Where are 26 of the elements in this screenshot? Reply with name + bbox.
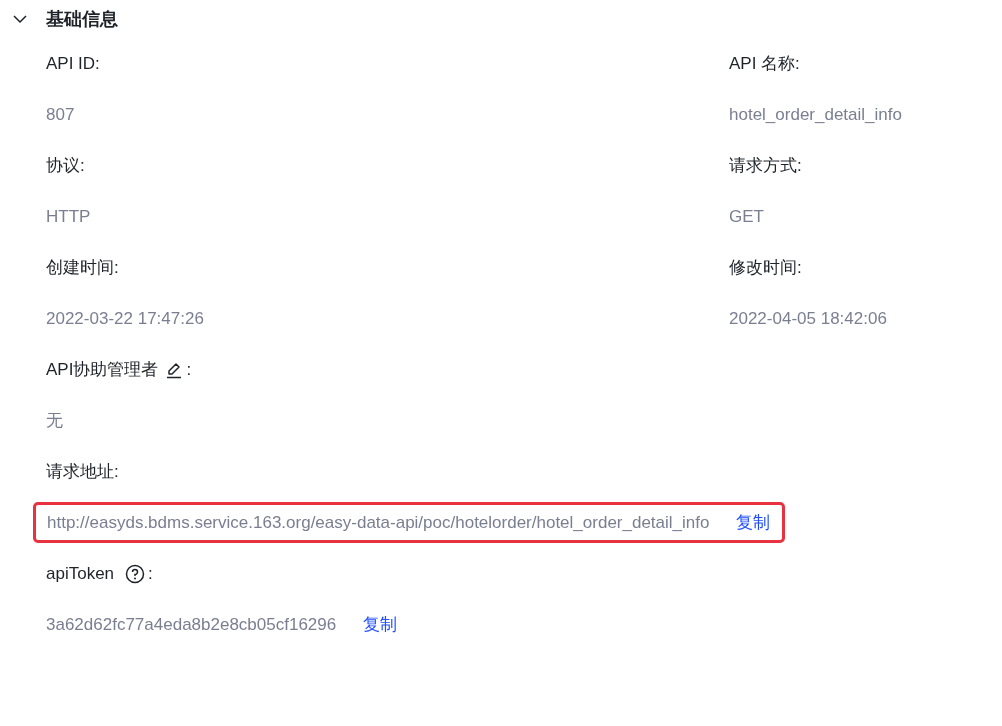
field-label: 请求方式: [729, 155, 802, 177]
label-colon: : [148, 563, 153, 584]
chevron-icon[interactable] [13, 14, 27, 24]
section-title: 基础信息 [46, 8, 118, 31]
edit-icon[interactable] [165, 360, 184, 379]
field-label: apiToken [46, 563, 115, 584]
field-value: 3a62d62fc77a4eda8b2e8cb05cf16296 [46, 614, 337, 635]
field-value: 2022-03-22 17:47:26 [46, 308, 204, 329]
help-icon[interactable] [125, 563, 146, 584]
field-value: 无 [46, 410, 63, 432]
field-value: 807 [46, 104, 75, 125]
field-value: http://easyds.bdms.service.163.org/easy-data-api/poc/hotelorder/hotel_order_detail_info [47, 512, 710, 533]
field-value: hotel_order_detail_info [729, 104, 902, 125]
field-value: HTTP [46, 206, 91, 227]
field-label: 创建时间: [46, 257, 119, 279]
field-label: 修改时间: [729, 257, 802, 279]
field-label: API协助管理者 [46, 359, 159, 381]
field-value: GET [729, 206, 764, 227]
field-value: 2022-04-05 18:42:06 [729, 308, 887, 329]
field-label: API 名称: [729, 53, 800, 75]
copy-link[interactable]: 复制 [736, 511, 771, 534]
copy-link[interactable]: 复制 [363, 613, 398, 636]
field-label: 请求地址: [46, 461, 119, 483]
field-label: 协议: [46, 155, 85, 177]
label-colon: : [186, 359, 192, 380]
field-label: API ID: [46, 53, 100, 74]
